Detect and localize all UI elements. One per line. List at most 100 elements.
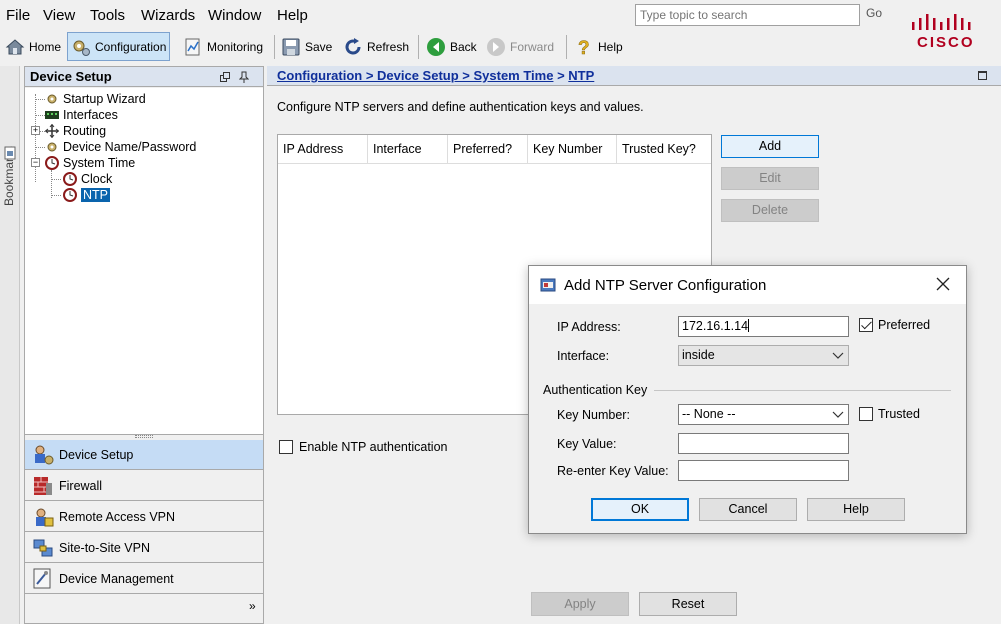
- key-number-value: -- None --: [682, 407, 736, 421]
- monitoring-button[interactable]: Monitoring: [180, 32, 266, 61]
- help-button[interactable]: ? Help: [571, 32, 626, 61]
- go-button[interactable]: Go: [866, 6, 882, 20]
- reenter-key-value-field[interactable]: [678, 460, 849, 481]
- enable-ntp-auth-row: Enable NTP authentication: [279, 440, 447, 454]
- maximize-icon[interactable]: [978, 71, 987, 80]
- nav-label: Remote Access VPN: [59, 509, 176, 524]
- apply-button[interactable]: Apply: [531, 592, 629, 616]
- dialog-help-button[interactable]: Help: [807, 498, 905, 521]
- column-header-interface[interactable]: Interface: [368, 135, 448, 164]
- nav-firewall[interactable]: Firewall: [25, 471, 263, 501]
- tree-item-routing[interactable]: Routing: [45, 123, 106, 139]
- expand-routing-toggle[interactable]: +: [31, 126, 40, 135]
- help-question-icon: ?: [578, 37, 590, 56]
- menu-tools[interactable]: Tools: [90, 7, 125, 24]
- key-value-label: Key Value:: [557, 437, 617, 451]
- back-button[interactable]: Back: [423, 32, 480, 61]
- monitoring-icon: [185, 38, 200, 55]
- save-label: Save: [305, 39, 333, 54]
- tree-item-device-name-password[interactable]: Device Name/Password: [45, 139, 196, 155]
- preferred-row: Preferred: [859, 318, 930, 332]
- menu-help[interactable]: Help: [277, 7, 308, 24]
- forward-arrow-icon: [487, 37, 505, 56]
- refresh-button[interactable]: Refresh: [340, 32, 412, 61]
- column-header-ip-address[interactable]: IP Address: [278, 135, 368, 164]
- breadcrumb-path-link[interactable]: Configuration > Device Setup > System Ti…: [277, 68, 553, 83]
- dialog-titlebar: Add NTP Server Configuration: [529, 266, 966, 304]
- tree-label: NTP: [81, 188, 110, 202]
- home-button[interactable]: Home: [2, 32, 64, 61]
- device-setup-icon: [35, 445, 54, 464]
- menu-window[interactable]: Window: [208, 7, 261, 24]
- ip-address-field[interactable]: 172.16.1.14: [678, 316, 849, 337]
- ok-button[interactable]: OK: [591, 498, 689, 521]
- float-panel-icon[interactable]: [220, 72, 231, 82]
- column-header-preferred[interactable]: Preferred?: [448, 135, 528, 164]
- collapse-system-time-toggle[interactable]: −: [31, 158, 40, 167]
- menu-view[interactable]: View: [43, 7, 75, 24]
- tree-label: Device Name/Password: [63, 140, 197, 154]
- column-header-trusted-key[interactable]: Trusted Key?: [617, 135, 711, 164]
- bookmarks-strip[interactable]: Bookmarks: [0, 66, 20, 624]
- nav-label: Firewall: [59, 478, 103, 493]
- tree-line: [35, 99, 45, 100]
- tree-item-clock[interactable]: Clock: [63, 171, 112, 187]
- add-button[interactable]: Add: [721, 135, 819, 158]
- cisco-logo: CISCO: [908, 12, 988, 54]
- device-management-icon: [33, 568, 51, 588]
- tree-item-startup-wizard[interactable]: Startup Wizard: [45, 91, 146, 107]
- save-button[interactable]: Save: [278, 32, 335, 61]
- tree-label: Interfaces: [63, 108, 118, 122]
- toolbar-separator: [418, 35, 419, 59]
- dialog-title: Add NTP Server Configuration: [564, 276, 767, 294]
- nav-remote-access-vpn[interactable]: Remote Access VPN: [25, 502, 263, 532]
- interface-select[interactable]: inside: [678, 345, 849, 366]
- left-panel-title: Device Setup: [30, 69, 112, 84]
- toolbar-separator: [274, 35, 275, 59]
- pin-icon[interactable]: [239, 71, 249, 83]
- group-divider: [654, 390, 951, 391]
- delete-button[interactable]: Delete: [721, 199, 819, 222]
- nav-label: Device Management: [59, 571, 174, 586]
- home-icon: [5, 38, 25, 54]
- tree-line: [35, 147, 45, 148]
- preferred-checkbox[interactable]: [859, 318, 873, 332]
- back-arrow-icon: [427, 37, 445, 56]
- menu-wizards[interactable]: Wizards: [141, 7, 195, 24]
- nav-device-setup[interactable]: Device Setup: [25, 440, 263, 470]
- text-cursor: [748, 319, 750, 332]
- forward-label: Forward: [510, 39, 555, 54]
- forward-button[interactable]: Forward: [483, 32, 557, 61]
- cancel-button[interactable]: Cancel: [699, 498, 797, 521]
- tree-item-system-time[interactable]: System Time: [45, 155, 135, 171]
- add-ntp-server-dialog: Add NTP Server Configuration IP Address:…: [528, 265, 967, 534]
- trusted-checkbox[interactable]: [859, 407, 873, 421]
- key-value-field[interactable]: [678, 433, 849, 454]
- trusted-label: Trusted: [878, 407, 920, 421]
- key-number-select[interactable]: -- None --: [678, 404, 849, 425]
- reenter-key-value-label: Re-enter Key Value:: [557, 464, 669, 478]
- column-header-key-number[interactable]: Key Number: [528, 135, 617, 164]
- close-icon[interactable]: [934, 275, 952, 293]
- configuration-button[interactable]: Configuration: [67, 32, 171, 61]
- tree-line: [35, 115, 45, 116]
- interface-value: inside: [682, 348, 715, 362]
- nav-device-management[interactable]: Device Management: [25, 564, 263, 594]
- chevron-down-icon: [832, 411, 844, 418]
- bookmark-icon: [4, 146, 16, 160]
- chevron-more-icon[interactable]: »: [249, 599, 256, 613]
- tree-item-ntp[interactable]: NTP: [63, 187, 110, 203]
- breadcrumb-current-link[interactable]: NTP: [568, 68, 594, 83]
- nav-site-to-site-vpn[interactable]: Site-to-Site VPN: [25, 533, 263, 563]
- reset-button[interactable]: Reset: [639, 592, 737, 616]
- enable-ntp-auth-checkbox[interactable]: [279, 440, 293, 454]
- device-setup-tree: + − Startup Wizard Interfaces Routing De…: [25, 88, 263, 435]
- refresh-icon: [345, 37, 361, 54]
- edit-button[interactable]: Edit: [721, 167, 819, 190]
- tree-item-interfaces[interactable]: Interfaces: [45, 107, 118, 123]
- search-input[interactable]: [636, 5, 859, 25]
- remote-access-vpn-icon: [36, 508, 54, 526]
- menu-file[interactable]: File: [6, 7, 30, 24]
- interface-label: Interface:: [557, 349, 610, 363]
- splitter-handle[interactable]: [135, 435, 153, 438]
